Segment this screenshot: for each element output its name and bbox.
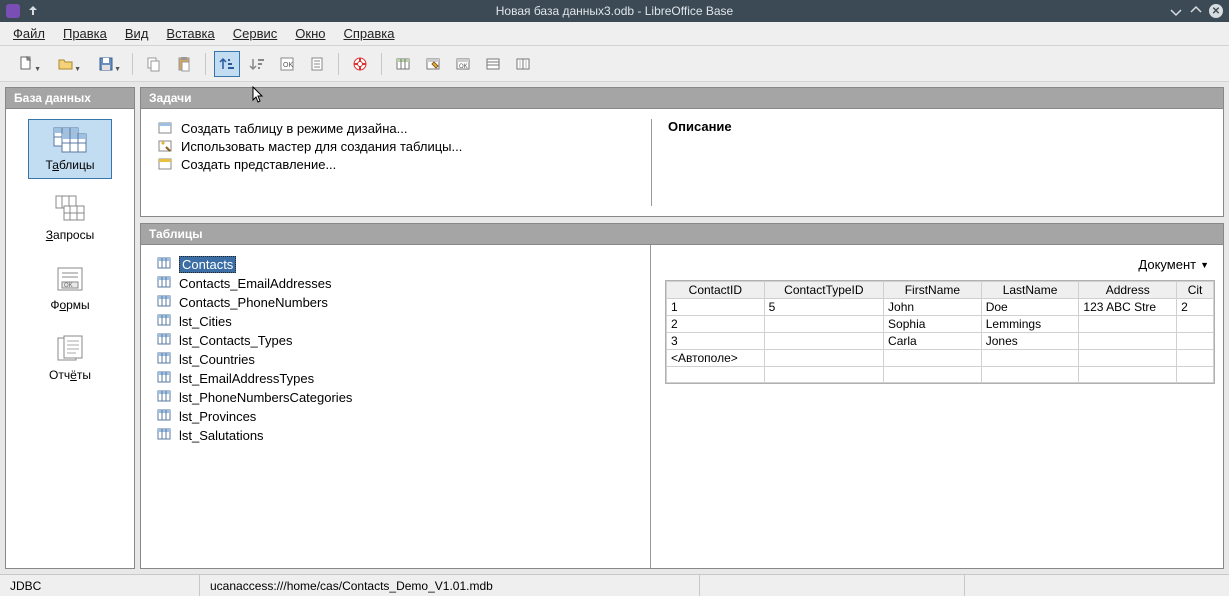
menu-service[interactable]: Сервис bbox=[226, 24, 285, 43]
sidebar-item-forms[interactable]: OK Формы bbox=[28, 259, 112, 319]
database-panel-header: База данных bbox=[5, 87, 135, 109]
preview-area: Документ▼ ContactID ContactTypeID FirstN… bbox=[651, 245, 1223, 568]
table-open-button[interactable] bbox=[510, 51, 536, 77]
table-item[interactable]: Contacts_EmailAddresses bbox=[157, 274, 634, 293]
table-icon bbox=[157, 351, 171, 368]
table-row[interactable]: 15JohnDoe123 ABC Stre2 bbox=[667, 299, 1214, 316]
queries-icon bbox=[51, 194, 89, 224]
table-rename-button[interactable] bbox=[480, 51, 506, 77]
table-icon bbox=[157, 275, 171, 292]
tables-header: Таблицы bbox=[140, 223, 1224, 245]
tables-icon bbox=[51, 124, 89, 154]
table-new-button[interactable] bbox=[390, 51, 416, 77]
help-button[interactable] bbox=[347, 51, 373, 77]
table-icon bbox=[157, 120, 173, 136]
wizard-icon bbox=[157, 138, 173, 154]
tasks-body: Создать таблицу в режиме дизайна... Испо… bbox=[140, 109, 1224, 217]
database-panel: База данных Таблицы Запросы OK Формы Отч… bbox=[5, 87, 135, 569]
table-icon bbox=[157, 294, 171, 311]
document-dropdown[interactable]: Документ▼ bbox=[1132, 255, 1215, 274]
sidebar-item-reports[interactable]: Отчёты bbox=[28, 329, 112, 389]
reports-icon bbox=[51, 334, 89, 364]
col-header[interactable]: ContactTypeID bbox=[764, 282, 883, 299]
minimize-button[interactable] bbox=[1169, 4, 1183, 18]
table-item[interactable]: lst_EmailAddressTypes bbox=[157, 369, 634, 388]
description-block: Описание bbox=[652, 109, 748, 216]
table-icon bbox=[157, 370, 171, 387]
chevron-down-icon: ▼ bbox=[1200, 260, 1209, 270]
col-header[interactable]: FirstName bbox=[884, 282, 982, 299]
status-empty bbox=[700, 575, 965, 596]
table-item[interactable]: lst_Provinces bbox=[157, 407, 634, 426]
task-create-view[interactable]: Создать представление... bbox=[157, 155, 635, 173]
tasks-header: Задачи bbox=[140, 87, 1224, 109]
app-icon bbox=[6, 4, 20, 18]
window-title: Новая база данных3.odb - LibreOffice Bas… bbox=[66, 4, 1163, 18]
table-edit-button[interactable] bbox=[420, 51, 446, 77]
preview-table[interactable]: ContactID ContactTypeID FirstName LastNa… bbox=[666, 281, 1214, 383]
table-icon bbox=[157, 313, 171, 330]
col-header[interactable]: LastName bbox=[981, 282, 1079, 299]
status-empty bbox=[965, 575, 1229, 596]
menu-file[interactable]: Файл bbox=[6, 24, 52, 43]
menu-bar: Файл Правка Вид Вставка Сервис Окно Спра… bbox=[0, 22, 1229, 46]
work-area: База данных Таблицы Запросы OK Формы Отч… bbox=[0, 82, 1229, 574]
menu-insert[interactable]: Вставка bbox=[159, 24, 221, 43]
col-header[interactable]: ContactID bbox=[667, 282, 765, 299]
table-icon bbox=[157, 427, 171, 444]
menu-help[interactable]: Справка bbox=[337, 24, 402, 43]
table-row-empty[interactable] bbox=[667, 367, 1214, 383]
status-path: ucanaccess:///home/cas/Contacts_Demo_V1.… bbox=[200, 575, 700, 596]
table-item[interactable]: lst_Countries bbox=[157, 350, 634, 369]
new-doc-button[interactable]: ▼ bbox=[8, 51, 44, 77]
menu-window[interactable]: Окно bbox=[288, 24, 332, 43]
svg-text:OK: OK bbox=[64, 283, 73, 289]
table-item[interactable]: lst_Cities bbox=[157, 312, 634, 331]
svg-text:OK: OK bbox=[459, 64, 468, 70]
task-create-wizard[interactable]: Использовать мастер для создания таблицы… bbox=[157, 137, 635, 155]
menu-view[interactable]: Вид bbox=[118, 24, 156, 43]
save-button[interactable]: ▼ bbox=[88, 51, 124, 77]
status-driver: JDBC bbox=[0, 575, 200, 596]
table-icon bbox=[157, 408, 171, 425]
paste-button[interactable] bbox=[171, 51, 197, 77]
table-item[interactable]: lst_Salutations bbox=[157, 426, 634, 445]
sort-desc-button[interactable] bbox=[244, 51, 270, 77]
col-header[interactable]: Cit bbox=[1177, 282, 1214, 299]
window-titlebar: Новая база данных3.odb - LibreOffice Bas… bbox=[0, 0, 1229, 22]
view-icon bbox=[157, 156, 173, 172]
description-label: Описание bbox=[668, 119, 732, 134]
report-button[interactable] bbox=[304, 51, 330, 77]
sort-asc-button[interactable] bbox=[214, 51, 240, 77]
close-button[interactable]: ✕ bbox=[1209, 4, 1223, 18]
table-item[interactable]: lst_PhoneNumbersCategories bbox=[157, 388, 634, 407]
sidebar-item-queries[interactable]: Запросы bbox=[28, 189, 112, 249]
table-delete-button[interactable]: OK bbox=[450, 51, 476, 77]
table-icon bbox=[157, 256, 171, 273]
sidebar-item-tables[interactable]: Таблицы bbox=[28, 119, 112, 179]
table-item[interactable]: lst_Contacts_Types bbox=[157, 331, 634, 350]
table-row[interactable]: 2SophiaLemmings bbox=[667, 316, 1214, 333]
task-create-design[interactable]: Создать таблицу в режиме дизайна... bbox=[157, 119, 635, 137]
forms-icon: OK bbox=[51, 264, 89, 294]
svg-text:OK: OK bbox=[283, 62, 293, 69]
table-item[interactable]: Contacts_PhoneNumbers bbox=[157, 293, 634, 312]
table-list: Contacts Contacts_EmailAddresses Contact… bbox=[141, 245, 651, 568]
table-item-contacts[interactable]: Contacts bbox=[157, 255, 634, 274]
copy-button[interactable] bbox=[141, 51, 167, 77]
status-bar: JDBC ucanaccess:///home/cas/Contacts_Dem… bbox=[0, 574, 1229, 596]
table-icon bbox=[157, 332, 171, 349]
table-icon bbox=[157, 389, 171, 406]
open-button[interactable]: ▼ bbox=[48, 51, 84, 77]
pin-icon[interactable] bbox=[26, 4, 40, 18]
form-button[interactable]: OK bbox=[274, 51, 300, 77]
menu-edit[interactable]: Правка bbox=[56, 24, 114, 43]
table-row[interactable]: 3CarlaJones bbox=[667, 333, 1214, 350]
maximize-button[interactable] bbox=[1189, 4, 1203, 18]
col-header[interactable]: Address bbox=[1079, 282, 1177, 299]
main-toolbar: ▼ ▼ ▼ OK OK bbox=[0, 46, 1229, 82]
table-row-autofield[interactable]: <Автополе> bbox=[667, 350, 1214, 367]
